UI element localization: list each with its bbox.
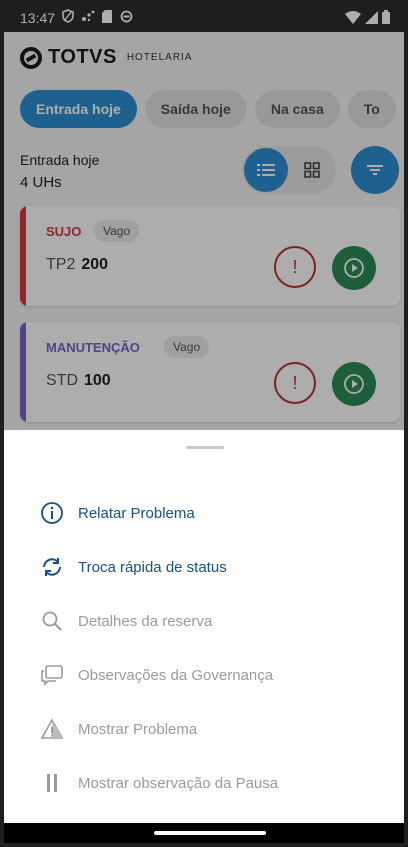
- sync-arrows-icon: [38, 553, 66, 581]
- menu-item-label: Mostrar Problema: [78, 720, 198, 738]
- menu-item-label: Mostrar observação da Pausa: [78, 774, 279, 792]
- bottom-sheet: Relatar Problema Troca rápida de status …: [4, 430, 404, 823]
- menu-item-label: Detalhes da reserva: [78, 612, 213, 630]
- warning-icon: [38, 715, 66, 743]
- chat-icon: [38, 661, 66, 689]
- pause-icon: [38, 769, 66, 797]
- home-gesture-bar[interactable]: [154, 831, 266, 835]
- modal-scrim[interactable]: [4, 4, 404, 430]
- info-circle-icon: [38, 499, 66, 527]
- menu-item-label: Observações da Governança: [78, 666, 274, 684]
- menu-item-mostrar-observacao-pausa[interactable]: Mostrar observação da Pausa: [38, 766, 378, 800]
- menu-item-label: Troca rápida de status: [78, 558, 227, 576]
- menu-item-label: Relatar Problema: [78, 504, 195, 522]
- menu-item-observacoes-governanca[interactable]: Observações da Governança: [38, 658, 378, 692]
- menu-item-troca-rapida-status[interactable]: Troca rápida de status: [38, 550, 378, 584]
- menu-item-mostrar-problema[interactable]: Mostrar Problema: [38, 712, 378, 746]
- drag-handle[interactable]: [186, 446, 224, 449]
- menu-item-relatar-problema[interactable]: Relatar Problema: [38, 496, 378, 530]
- search-icon: [38, 607, 66, 635]
- system-nav-bar: [4, 823, 404, 843]
- app-screen: 13:47 TOTVS HOTELARIA Entrada hoje Saída…: [4, 4, 404, 843]
- menu-item-detalhes-reserva[interactable]: Detalhes da reserva: [38, 604, 378, 638]
